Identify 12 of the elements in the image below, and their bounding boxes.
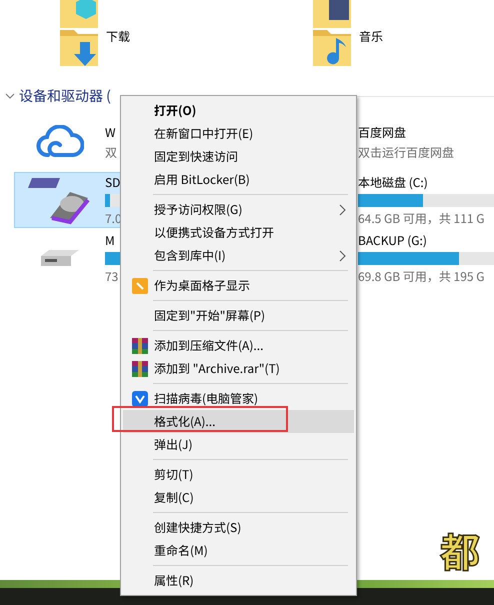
drive-detail: 69.8 GB 可用，共 195 G bbox=[358, 268, 484, 284]
drive-name: W bbox=[105, 124, 116, 140]
drive-name: 百度网盘 bbox=[358, 124, 406, 140]
drive-detail: 64.5 GB 可用，共 111 G bbox=[358, 210, 484, 226]
caption-text: 都 bbox=[439, 526, 481, 574]
drive-detail: 双 bbox=[105, 144, 118, 160]
drive-detail: 73 bbox=[105, 268, 118, 284]
drive-name: M bbox=[105, 232, 115, 248]
drive-name: 本地磁盘 (C:) bbox=[358, 174, 428, 190]
drive-name: BACKUP (G:) bbox=[358, 232, 427, 248]
drive-name: SD bbox=[105, 174, 120, 190]
drive-detail: 双击运行百度网盘 bbox=[358, 144, 454, 160]
